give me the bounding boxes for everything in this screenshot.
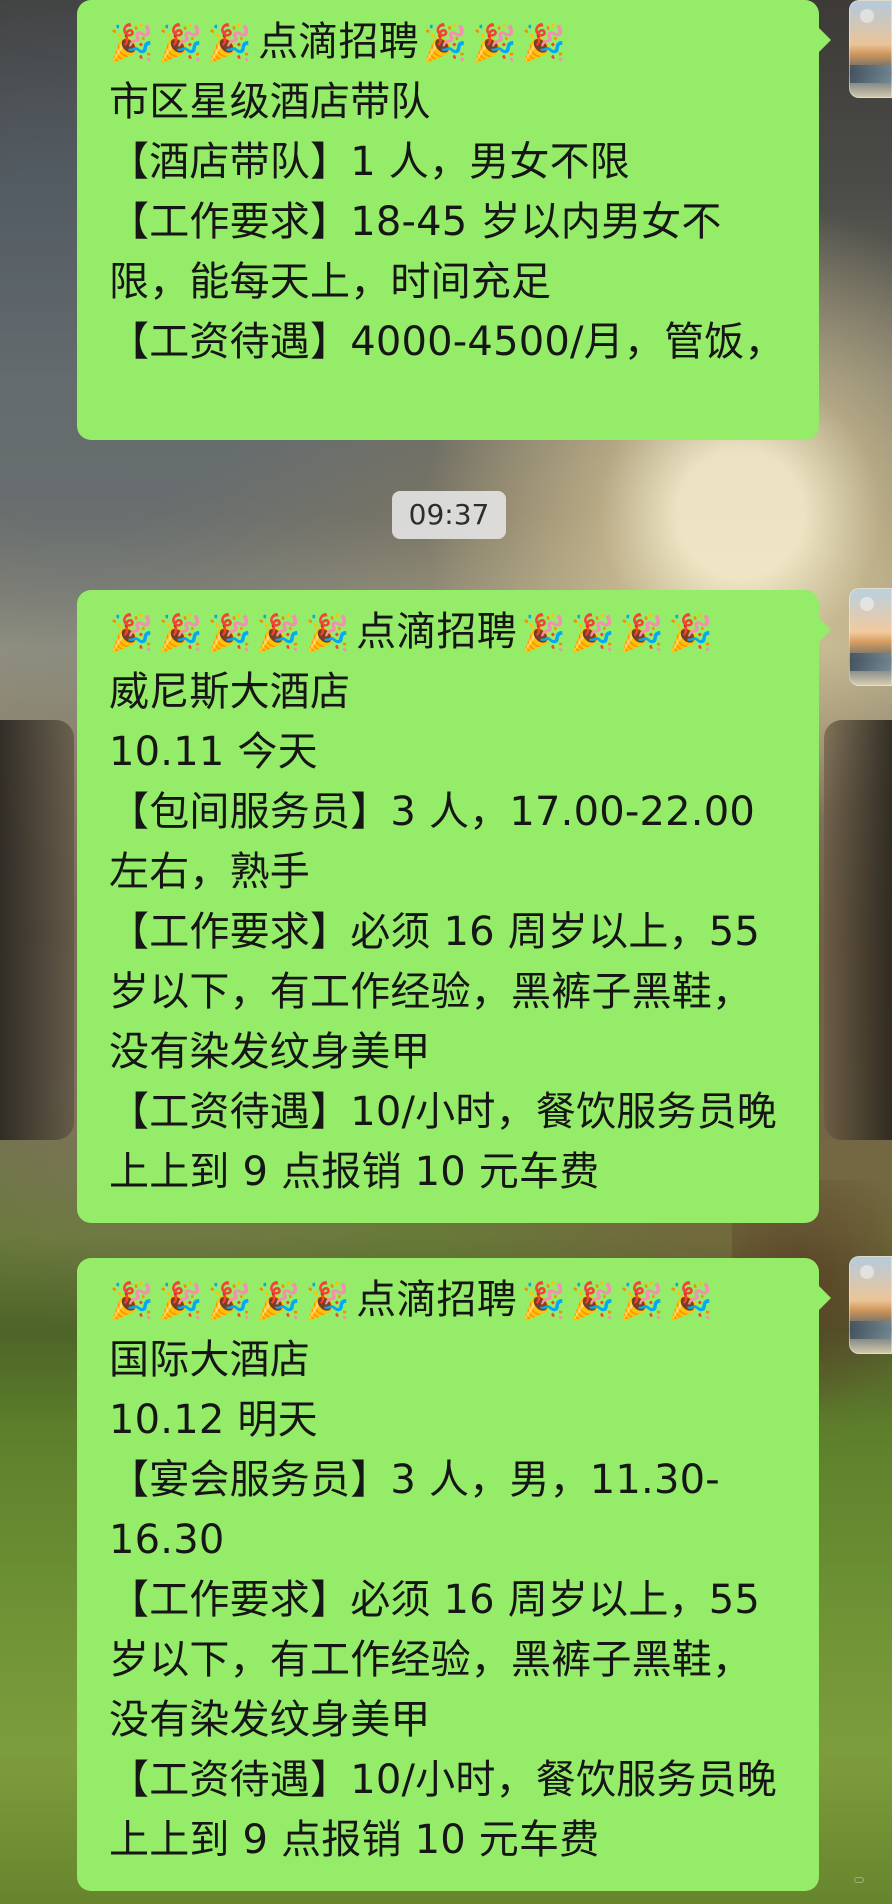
message-line: 10.11 今天 — [109, 729, 318, 775]
avatar-icon[interactable] — [849, 588, 892, 686]
message-line: 【工资待遇】4000-4500/月，管饭， — [109, 319, 785, 365]
watermark-icon — [854, 1877, 864, 1883]
message-title: 点滴招聘 — [356, 609, 517, 655]
party-popper-icon: 🎉 — [158, 1281, 204, 1322]
party-popper-icon: 🎉 — [207, 23, 253, 64]
party-popper-icon: 🎉 — [520, 1281, 566, 1322]
message-bubble-3[interactable]: 🎉 🎉 🎉 🎉 🎉 点滴招聘 🎉 🎉 🎉 🎉 国际大酒店 10.12 明天 【宴… — [77, 1258, 831, 1891]
party-popper-icon: 🎉 — [471, 23, 517, 64]
party-popper-icon: 🎉 — [109, 23, 155, 64]
message-headline-2: 🎉 🎉 🎉 🎉 🎉 点滴招聘 🎉 🎉 🎉 🎉 — [109, 602, 789, 662]
message-line: 【包间服务员】3 人，17.00-22.00 左右，熟手 — [109, 789, 756, 895]
party-popper-icon: 🎉 — [256, 613, 302, 654]
message-headline-3: 🎉 🎉 🎉 🎉 🎉 点滴招聘 🎉 🎉 🎉 🎉 — [109, 1270, 789, 1330]
message-headline-1: 🎉 🎉 🎉 点滴招聘 🎉 🎉 🎉 — [109, 12, 789, 72]
message-line: 【工资待遇】10/小时，餐饮服务员晚上上到 9 点报销 10 元车费 — [109, 1757, 777, 1863]
message-line: 【工作要求】必须 16 周岁以上，55 岁以下，有工作经验，黑裤子黑鞋，没有染发… — [109, 909, 761, 1075]
message-line: 【宴会服务员】3 人，男，11.30-16.30 — [109, 1457, 720, 1563]
background-tree-right — [824, 720, 892, 1140]
message-title: 点滴招聘 — [258, 19, 419, 65]
message-line: 市区星级酒店带队 — [109, 79, 431, 125]
party-popper-icon: 🎉 — [109, 1281, 155, 1322]
party-popper-icon: 🎉 — [305, 1281, 351, 1322]
party-popper-icon: 🎉 — [158, 23, 204, 64]
message-line: 10.12 明天 — [109, 1397, 318, 1443]
party-popper-icon: 🎉 — [520, 23, 566, 64]
message-timestamp: 09:37 — [392, 491, 506, 539]
message-bubble-2[interactable]: 🎉 🎉 🎉 🎉 🎉 点滴招聘 🎉 🎉 🎉 🎉 威尼斯大酒店 10.11 今天 【… — [77, 590, 831, 1223]
party-popper-icon: 🎉 — [207, 613, 253, 654]
party-popper-icon: 🎉 — [109, 613, 155, 654]
party-popper-icon: 🎉 — [305, 613, 351, 654]
party-popper-icon: 🎉 — [422, 23, 468, 64]
party-popper-icon: 🎉 — [158, 613, 204, 654]
party-popper-icon: 🎉 — [668, 1281, 714, 1322]
message-line: 国际大酒店 — [109, 1337, 310, 1383]
message-line: 【工资待遇】10/小时，餐饮服务员晚上上到 9 点报销 10 元车费 — [109, 1089, 777, 1195]
party-popper-icon: 🎉 — [570, 613, 616, 654]
party-popper-icon: 🎉 — [520, 613, 566, 654]
message-line: 【工作要求】必须 16 周岁以上，55 岁以下，有工作经验，黑裤子黑鞋，没有染发… — [109, 1577, 761, 1743]
message-title: 点滴招聘 — [356, 1277, 517, 1323]
avatar-icon[interactable] — [849, 1256, 892, 1354]
party-popper-icon: 🎉 — [207, 1281, 253, 1322]
message-bubble-1[interactable]: 🎉 🎉 🎉 点滴招聘 🎉 🎉 🎉 市区星级酒店带队 【酒店带队】1 人，男女不限… — [77, 0, 831, 440]
party-popper-icon: 🎉 — [668, 613, 714, 654]
party-popper-icon: 🎉 — [619, 1281, 665, 1322]
background-tree-left — [0, 720, 74, 1140]
message-line: 【工作要求】18-45 岁以内男女不限，能每天上，时间充足 — [109, 199, 722, 305]
party-popper-icon: 🎉 — [570, 1281, 616, 1322]
avatar-icon[interactable] — [849, 0, 892, 98]
party-popper-icon: 🎉 — [256, 1281, 302, 1322]
party-popper-icon: 🎉 — [619, 613, 665, 654]
message-line: 【酒店带队】1 人，男女不限 — [109, 139, 630, 185]
message-line: 威尼斯大酒店 — [109, 669, 351, 715]
